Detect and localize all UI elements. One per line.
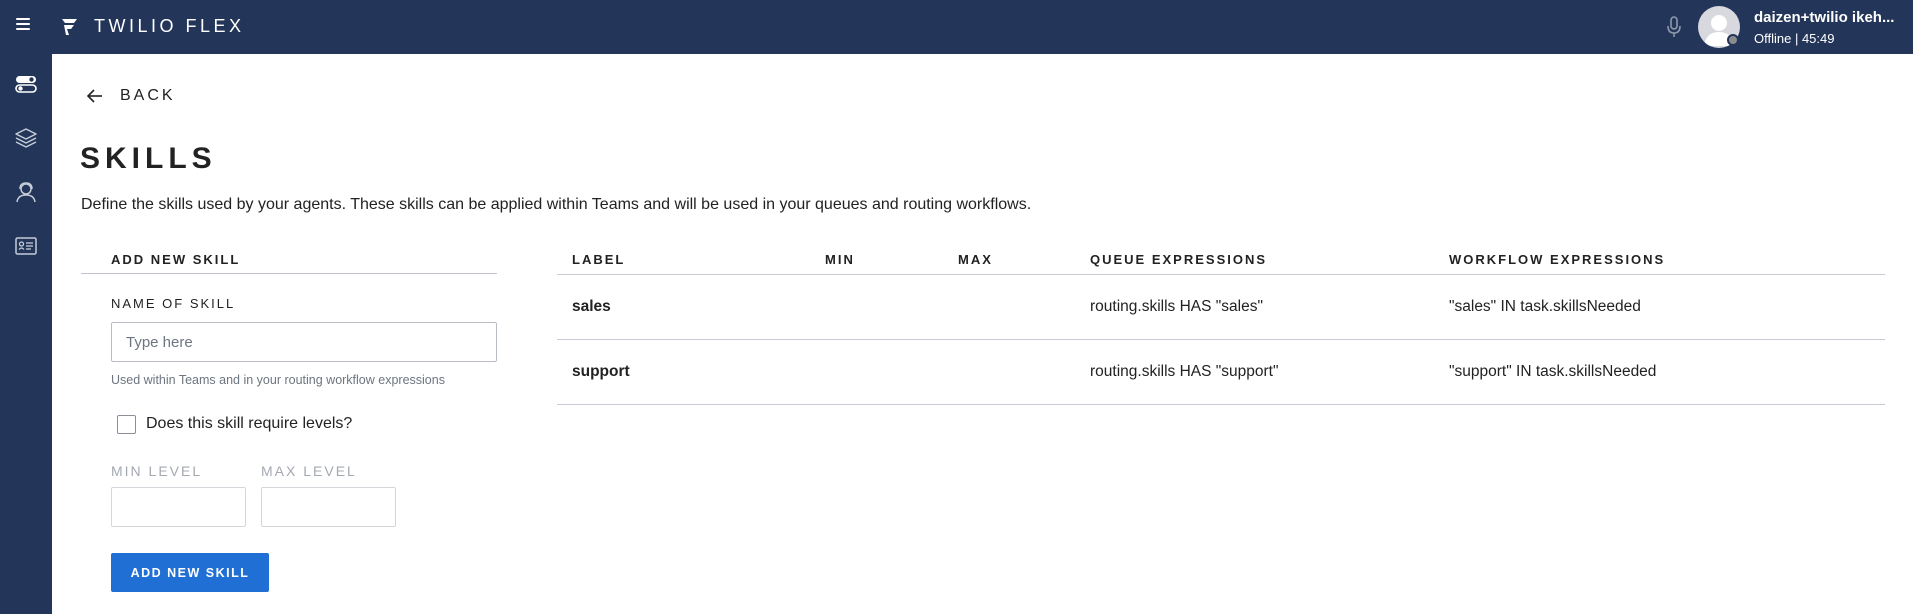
menu-icon[interactable]	[16, 18, 30, 30]
page-title: SKILLS	[80, 142, 217, 175]
sidebar-item-agents[interactable]	[10, 176, 42, 208]
back-label: BACK	[120, 87, 176, 104]
require-levels-checkbox[interactable]	[117, 415, 136, 434]
column-header-min: MIN	[825, 252, 855, 267]
microphone-icon[interactable]	[1664, 15, 1684, 39]
skill-label: support	[572, 363, 630, 380]
skill-label: sales	[572, 298, 611, 315]
divider	[81, 273, 497, 274]
sidebar-item-layers[interactable]	[10, 122, 42, 154]
skill-name-input[interactable]	[111, 322, 497, 362]
table-row[interactable]: sales routing.skills HAS "sales" "sales"…	[557, 275, 1885, 339]
sidebar	[0, 54, 52, 614]
arrow-left-icon	[86, 89, 102, 103]
sidebar-item-dashboard[interactable]	[10, 68, 42, 100]
back-button[interactable]: BACK	[86, 86, 176, 106]
max-level-input[interactable]	[261, 487, 396, 527]
toggles-icon	[15, 76, 37, 93]
require-levels-label[interactable]: Does this skill require levels?	[146, 415, 352, 433]
column-header-max: MAX	[958, 252, 993, 267]
layers-icon	[15, 128, 37, 148]
queue-expression: routing.skills HAS "sales"	[1090, 298, 1263, 315]
user-status[interactable]: Offline | 45:49	[1754, 31, 1834, 46]
table-row[interactable]: support routing.skills HAS "support" "su…	[557, 340, 1885, 404]
column-header-queue-expressions: QUEUE EXPRESSIONS	[1090, 252, 1268, 267]
add-skill-heading: ADD NEW SKILL	[111, 252, 241, 267]
skills-card-icon	[15, 237, 37, 255]
min-level-label: MIN LEVEL	[111, 463, 203, 479]
twilio-flex-logo	[62, 19, 77, 35]
add-new-skill-button[interactable]: ADD NEW SKILL	[111, 553, 269, 592]
max-level-label: MAX LEVEL	[261, 463, 357, 479]
workflow-expression: "support" IN task.skillsNeeded	[1449, 363, 1657, 380]
column-header-label: LABEL	[572, 252, 626, 267]
workflow-expression: "sales" IN task.skillsNeeded	[1449, 298, 1641, 315]
min-level-input[interactable]	[111, 487, 246, 527]
queue-expression: routing.skills HAS "support"	[1090, 363, 1279, 380]
sidebar-item-skills[interactable]	[10, 230, 42, 262]
app-title: TWILIO FLEX	[94, 16, 245, 36]
agents-icon	[16, 182, 36, 203]
column-header-workflow-expressions: WORKFLOW EXPRESSIONS	[1449, 252, 1666, 267]
presence-status-dot	[1727, 34, 1739, 46]
top-bar: TWILIO FLEX daizen+twilio ikeh... Offlin…	[0, 0, 1913, 54]
skill-name-hint: Used within Teams and in your routing wo…	[111, 373, 445, 387]
page-description: Define the skills used by your agents. T…	[81, 196, 1032, 213]
name-of-skill-label: NAME OF SKILL	[111, 296, 236, 311]
row-divider	[557, 404, 1885, 405]
user-name[interactable]: daizen+twilio ikeh...	[1754, 9, 1909, 26]
